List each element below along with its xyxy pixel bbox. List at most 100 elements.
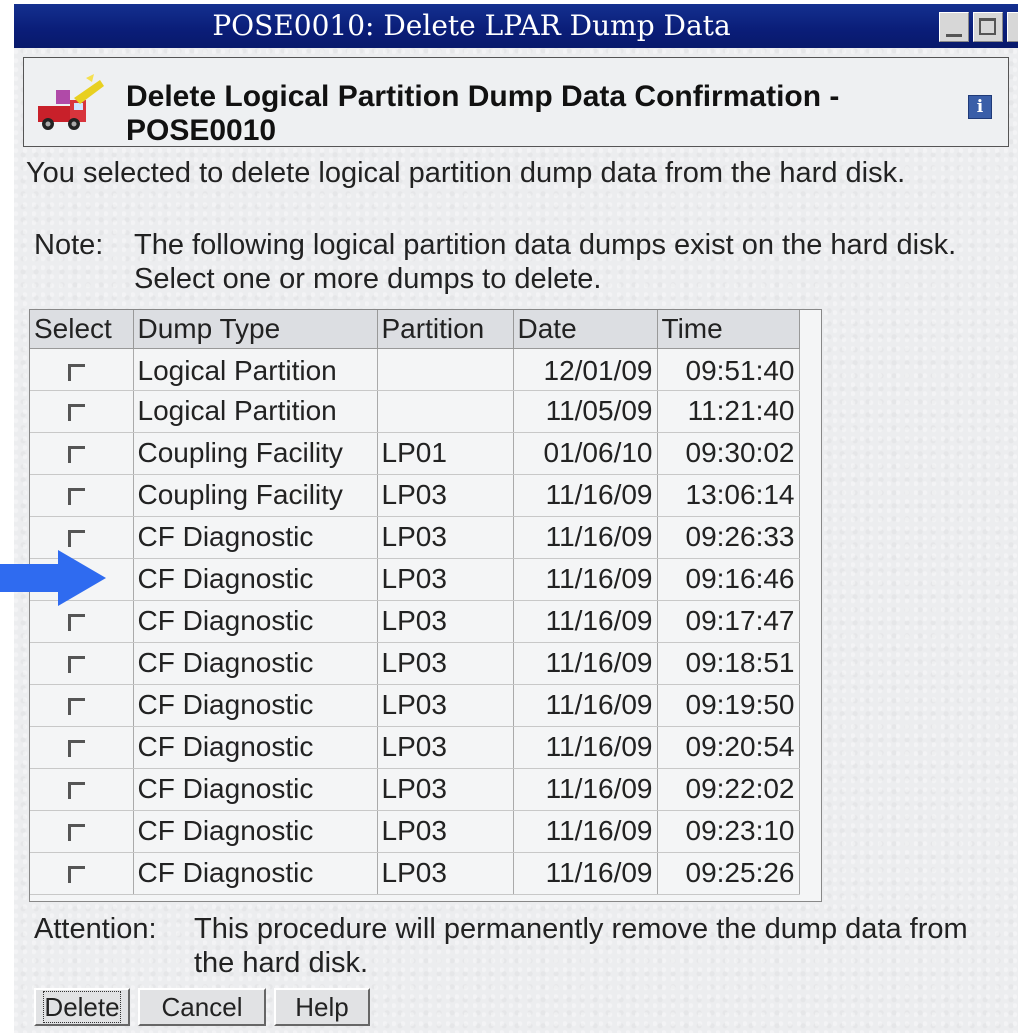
attention-label: Attention:	[34, 913, 157, 945]
table-row[interactable]: CF Diagnostic LP03 11/16/09 09:18:51	[30, 642, 800, 685]
partition-cell: LP01	[377, 432, 514, 475]
info-icon[interactable]: i	[968, 95, 992, 119]
table-row[interactable]: CF Diagnostic LP03 11/16/09 09:23:10	[30, 810, 800, 853]
select-checkbox[interactable]	[68, 866, 85, 884]
attention-text: This procedure will permanently remove t…	[194, 913, 968, 979]
select-cell	[30, 348, 134, 391]
dump-type-cell: Logical Partition	[133, 348, 378, 391]
table-row[interactable]: CF Diagnostic LP03 11/16/09 09:26:33	[30, 516, 800, 559]
column-header-select[interactable]: Select	[30, 310, 134, 349]
table-row[interactable]: Logical Partition 11/05/09 11:21:40	[30, 390, 800, 433]
column-header-dump-type[interactable]: Dump Type	[133, 310, 378, 349]
date-cell: 11/16/09	[513, 726, 658, 769]
select-checkbox[interactable]	[68, 782, 85, 800]
dump-type-cell: CF Diagnostic	[133, 810, 378, 853]
partition-cell: LP03	[377, 642, 514, 685]
arrow-right-icon	[0, 550, 106, 606]
time-cell: 09:18:51	[657, 642, 800, 685]
table-row[interactable]: Coupling Facility LP01 01/06/10 09:30:02	[30, 432, 800, 475]
note-label: Note:	[34, 229, 104, 261]
select-cell	[30, 432, 134, 475]
partition-cell: LP03	[377, 474, 514, 517]
select-checkbox[interactable]	[68, 404, 85, 422]
column-header-partition[interactable]: Partition	[377, 310, 514, 349]
column-header-date[interactable]: Date	[513, 310, 658, 349]
select-cell	[30, 726, 134, 769]
dump-type-cell: Logical Partition	[133, 390, 378, 433]
date-cell: 11/16/09	[513, 474, 658, 517]
delete-truck-icon	[38, 74, 104, 130]
select-cell	[30, 600, 134, 643]
time-cell: 09:19:50	[657, 684, 800, 727]
select-checkbox[interactable]	[68, 530, 85, 548]
table-row[interactable]: Coupling Facility LP03 11/16/09 13:06:14	[30, 474, 800, 517]
table-header-row: Select Dump Type Partition Date Time	[30, 310, 800, 349]
select-cell	[30, 642, 134, 685]
time-cell: 09:20:54	[657, 726, 800, 769]
table-row[interactable]: CF Diagnostic LP03 11/16/09 09:19:50	[30, 684, 800, 727]
note-text: The following logical partition data dum…	[134, 229, 957, 295]
date-cell: 11/16/09	[513, 558, 658, 601]
date-cell: 11/16/09	[513, 516, 658, 559]
select-checkbox[interactable]	[68, 656, 85, 674]
select-checkbox[interactable]	[68, 698, 85, 716]
table-row[interactable]: CF Diagnostic LP03 11/16/09 09:17:47	[30, 600, 800, 643]
time-cell: 09:30:02	[657, 432, 800, 475]
table-row[interactable]: CF Diagnostic LP03 11/16/09 09:20:54	[30, 726, 800, 769]
select-checkbox[interactable]	[68, 446, 85, 464]
partition-cell: LP03	[377, 726, 514, 769]
title-bar[interactable]: POSE0010: Delete LPAR Dump Data	[14, 4, 1018, 48]
minimize-icon[interactable]	[939, 12, 969, 42]
select-checkbox[interactable]	[68, 364, 85, 382]
dialog-window: POSE0010: Delete LPAR Dump Data Delete L…	[14, 4, 1018, 1033]
table-row[interactable]: CF Diagnostic LP03 11/16/09 09:25:26	[30, 852, 800, 895]
partition-cell: LP03	[377, 516, 514, 559]
select-cell	[30, 810, 134, 853]
partition-cell: LP03	[377, 600, 514, 643]
dump-type-cell: CF Diagnostic	[133, 726, 378, 769]
time-cell: 09:16:46	[657, 558, 800, 601]
maximize-icon[interactable]	[973, 12, 1003, 42]
delete-button[interactable]: Delete	[34, 988, 130, 1026]
partition-cell: LP03	[377, 684, 514, 727]
time-cell: 09:26:33	[657, 516, 800, 559]
select-checkbox[interactable]	[68, 488, 85, 506]
date-cell: 12/01/09	[513, 348, 658, 391]
dump-type-cell: CF Diagnostic	[133, 558, 378, 601]
table-row[interactable]: CF Diagnostic LP03 11/16/09 09:16:46	[30, 558, 800, 601]
dump-type-cell: CF Diagnostic	[133, 600, 378, 643]
table-row[interactable]: Logical Partition 12/01/09 09:51:40	[30, 348, 800, 391]
time-cell: 09:22:02	[657, 768, 800, 811]
select-checkbox[interactable]	[68, 740, 85, 758]
select-cell	[30, 390, 134, 433]
dump-table: Select Dump Type Partition Date Time Log…	[29, 309, 822, 902]
panel-header: Delete Logical Partition Dump Data Confi…	[23, 57, 1009, 147]
date-cell: 11/16/09	[513, 642, 658, 685]
date-cell: 11/16/09	[513, 810, 658, 853]
column-header-time[interactable]: Time	[657, 310, 800, 349]
time-cell: 11:21:40	[657, 390, 800, 433]
date-cell: 11/16/09	[513, 852, 658, 895]
dump-type-cell: CF Diagnostic	[133, 768, 378, 811]
partition-cell: LP03	[377, 558, 514, 601]
partition-cell: LP03	[377, 810, 514, 853]
cancel-button[interactable]: Cancel	[138, 988, 266, 1026]
window-title: POSE0010: Delete LPAR Dump Data	[212, 9, 731, 42]
dump-type-cell: CF Diagnostic	[133, 684, 378, 727]
date-cell: 01/06/10	[513, 432, 658, 475]
date-cell: 11/16/09	[513, 768, 658, 811]
time-cell: 09:51:40	[657, 348, 800, 391]
help-button[interactable]: Help	[274, 988, 370, 1026]
select-checkbox[interactable]	[68, 614, 85, 632]
dump-type-cell: CF Diagnostic	[133, 516, 378, 559]
table-row[interactable]: CF Diagnostic LP03 11/16/09 09:22:02	[30, 768, 800, 811]
close-icon[interactable]	[1007, 12, 1018, 42]
time-cell: 09:23:10	[657, 810, 800, 853]
partition-cell: LP03	[377, 768, 514, 811]
delete-button-label: Delete	[43, 991, 121, 1023]
date-cell: 11/16/09	[513, 684, 658, 727]
page-title: Delete Logical Partition Dump Data Confi…	[126, 80, 840, 147]
select-checkbox[interactable]	[68, 824, 85, 842]
partition-cell	[377, 390, 514, 433]
date-cell: 11/05/09	[513, 390, 658, 433]
